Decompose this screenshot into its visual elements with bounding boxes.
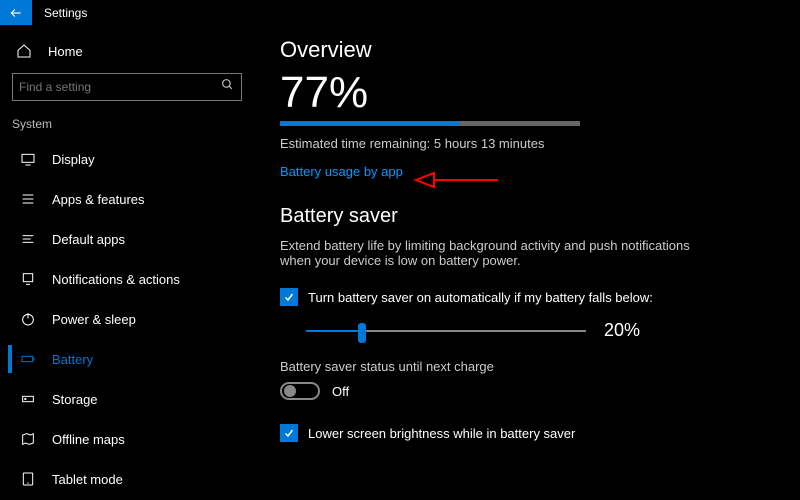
title-bar: Settings xyxy=(0,0,800,25)
nav-item-battery[interactable]: Battery xyxy=(8,339,250,379)
status-label: Battery saver status until next charge xyxy=(280,359,770,374)
nav-item-storage[interactable]: Storage xyxy=(8,379,250,419)
overview-heading: Overview xyxy=(280,37,770,63)
check-icon xyxy=(283,291,295,303)
nav-label: Battery xyxy=(52,352,93,367)
power-icon xyxy=(20,311,36,327)
battery-icon xyxy=(20,351,36,367)
auto-on-checkbox[interactable] xyxy=(280,288,298,306)
time-remaining: Estimated time remaining: 5 hours 13 min… xyxy=(280,136,770,151)
slider-thumb[interactable] xyxy=(358,323,366,343)
nav-list: Display Apps & features Default apps Not… xyxy=(8,139,250,499)
nav-item-apps-features[interactable]: Apps & features xyxy=(8,179,250,219)
nav-item-power-sleep[interactable]: Power & sleep xyxy=(8,299,250,339)
tablet-icon xyxy=(20,471,36,487)
battery-percent: 77% xyxy=(280,71,770,115)
saver-toggle[interactable] xyxy=(280,382,320,400)
search-input[interactable] xyxy=(19,80,221,94)
back-button[interactable] xyxy=(0,0,32,25)
section-label: System xyxy=(8,111,250,139)
nav-item-default-apps[interactable]: Default apps xyxy=(8,219,250,259)
search-box[interactable] xyxy=(12,73,242,101)
default-apps-icon xyxy=(20,231,36,247)
search-icon xyxy=(221,78,235,96)
notifications-icon xyxy=(20,271,36,287)
brightness-row: Lower screen brightness while in battery… xyxy=(280,424,770,442)
threshold-value: 20% xyxy=(604,320,640,341)
nav-item-tablet-mode[interactable]: Tablet mode xyxy=(8,459,250,499)
nav-label: Power & sleep xyxy=(52,312,136,327)
back-arrow-icon xyxy=(9,6,23,20)
usage-link[interactable]: Battery usage by app xyxy=(280,164,403,179)
nav-item-notifications[interactable]: Notifications & actions xyxy=(8,259,250,299)
apps-icon xyxy=(20,191,36,207)
toggle-knob xyxy=(284,385,296,397)
battery-bar xyxy=(280,121,580,126)
display-icon xyxy=(20,151,36,167)
home-label: Home xyxy=(48,44,83,59)
nav-label: Offline maps xyxy=(52,432,125,447)
brightness-label: Lower screen brightness while in battery… xyxy=(308,426,575,441)
maps-icon xyxy=(20,431,36,447)
nav-item-offline-maps[interactable]: Offline maps xyxy=(8,419,250,459)
toggle-row: Off xyxy=(280,382,770,400)
storage-icon xyxy=(20,391,36,407)
toggle-state: Off xyxy=(332,384,349,399)
threshold-slider[interactable] xyxy=(306,330,586,332)
auto-on-row: Turn battery saver on automatically if m… xyxy=(280,288,770,306)
sidebar: Home System Display Apps & features Defa… xyxy=(0,25,250,500)
threshold-slider-row: 20% xyxy=(306,320,770,341)
window-title: Settings xyxy=(44,6,87,20)
nav-label: Storage xyxy=(52,392,98,407)
nav-item-display[interactable]: Display xyxy=(8,139,250,179)
main-panel: Overview 77% Estimated time remaining: 5… xyxy=(250,25,800,500)
nav-label: Display xyxy=(52,152,95,167)
check-icon xyxy=(283,427,295,439)
slider-fill xyxy=(306,330,362,332)
nav-label: Apps & features xyxy=(52,192,145,207)
battery-bar-fill xyxy=(280,121,460,126)
home-nav[interactable]: Home xyxy=(8,35,250,69)
nav-label: Tablet mode xyxy=(52,472,123,487)
saver-description: Extend battery life by limiting backgrou… xyxy=(280,238,700,268)
saver-heading: Battery saver xyxy=(280,205,770,228)
brightness-checkbox[interactable] xyxy=(280,424,298,442)
home-icon xyxy=(16,43,32,59)
auto-on-label: Turn battery saver on automatically if m… xyxy=(308,290,653,305)
nav-label: Notifications & actions xyxy=(52,272,180,287)
nav-label: Default apps xyxy=(52,232,125,247)
